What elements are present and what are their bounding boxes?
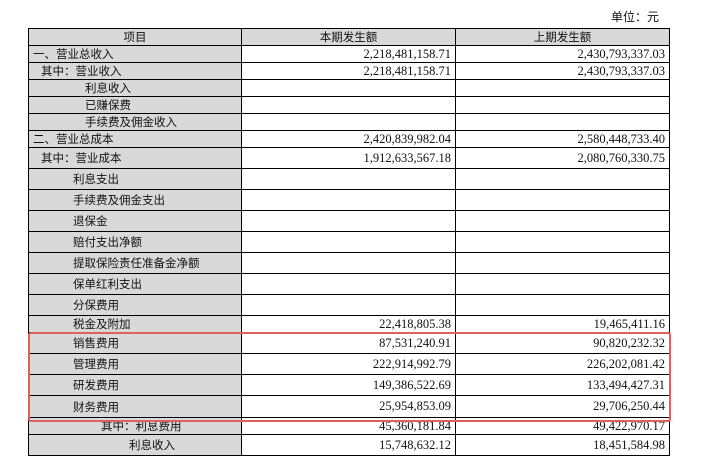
table-row: 赔付支出净额 (28, 231, 670, 253)
prior-value (455, 168, 670, 190)
current-value: 2,218,481,158.71 (241, 62, 456, 80)
current-value (241, 96, 456, 114)
prior-value (455, 96, 670, 114)
prior-value: 2,430,793,337.03 (455, 62, 670, 80)
prior-value (455, 294, 670, 316)
current-value (241, 79, 456, 97)
current-value: 45,360,181.84 (241, 417, 456, 435)
table-row: 其中：营业成本 1,912,633,567.18 2,080,760,330.7… (28, 147, 670, 169)
current-value: 22,418,805.38 (241, 315, 456, 333)
row-label: 手续费及佣金支出 (28, 189, 242, 211)
row-label: 一、营业总收入 (28, 45, 242, 63)
prior-value: 2,080,760,330.75 (455, 147, 670, 169)
row-label: 利息收入 (28, 79, 242, 97)
table-row: 一、营业总收入 2,218,481,158.71 2,430,793,337.0… (28, 45, 670, 63)
table-row: 管理费用 222,914,992.79 226,202,081.42 (28, 353, 670, 375)
table-row: 销售费用 87,531,240.91 90,820,232.32 (28, 332, 670, 354)
prior-value: 29,706,250.44 (455, 395, 670, 418)
prior-value: 90,820,232.32 (455, 332, 670, 354)
table-row: 已赚保费 (28, 96, 670, 114)
prior-value (455, 189, 670, 211)
prior-value: 49,422,970.17 (455, 417, 670, 435)
row-label: 管理费用 (28, 353, 242, 375)
table-row: 其中：利息费用 45,360,181.84 49,422,970.17 (28, 417, 670, 435)
current-value (241, 189, 456, 211)
table-row: 其中：营业收入 2,218,481,158.71 2,430,793,337.0… (28, 62, 670, 80)
row-label: 其中：营业成本 (28, 147, 242, 169)
row-label: 税金及附加 (28, 315, 242, 333)
row-label: 利息支出 (28, 168, 242, 190)
prior-value (455, 231, 670, 253)
current-value: 222,914,992.79 (241, 353, 456, 375)
income-statement-table: 项目 本期发生额 上期发生额 一、营业总收入 2,218,481,158.71 … (28, 28, 670, 456)
prior-value: 133,494,427.31 (455, 374, 670, 396)
row-label: 其中：利息费用 (28, 417, 242, 435)
unit-label: 单位：元 (610, 10, 659, 24)
current-value: 149,386,522.69 (241, 374, 456, 396)
row-label: 二、营业总成本 (28, 130, 242, 148)
table-row: 手续费及佣金收入 (28, 113, 670, 131)
current-value: 15,748,632.12 (241, 434, 456, 456)
row-label: 分保费用 (28, 294, 242, 316)
row-label: 销售费用 (28, 332, 242, 354)
current-value (241, 113, 456, 131)
table-row: 研发费用 149,386,522.69 133,494,427.31 (28, 374, 670, 396)
table-row: 二、营业总成本 2,420,839,982.04 2,580,448,733.4… (28, 130, 670, 148)
row-label: 提取保险责任准备金净额 (28, 252, 242, 274)
row-label: 退保金 (28, 210, 242, 232)
row-label: 利息收入 (28, 434, 242, 456)
table-row: 利息收入 (28, 79, 670, 97)
row-label: 已赚保费 (28, 96, 242, 114)
current-value (241, 294, 456, 316)
current-value (241, 231, 456, 253)
row-label: 其中：营业收入 (28, 62, 242, 80)
header-current-period: 本期发生额 (241, 28, 456, 46)
prior-value: 2,430,793,337.03 (455, 45, 670, 63)
header-prior-period: 上期发生额 (455, 28, 670, 46)
current-value (241, 252, 456, 274)
prior-value (455, 113, 670, 131)
table-row: 利息收入 15,748,632.12 18,451,584.98 (28, 434, 670, 456)
current-value: 2,218,481,158.71 (241, 45, 456, 63)
table-row: 财务费用 25,954,853.09 29,706,250.44 (28, 395, 670, 418)
prior-value (455, 210, 670, 232)
header-item: 项目 (28, 28, 242, 46)
table-row: 提取保险责任准备金净额 (28, 252, 670, 274)
row-label: 财务费用 (28, 395, 242, 418)
row-label: 保单红利支出 (28, 273, 242, 295)
row-label: 赔付支出净额 (28, 231, 242, 253)
current-value: 25,954,853.09 (241, 395, 456, 418)
prior-value (455, 273, 670, 295)
current-value (241, 210, 456, 232)
table-row: 退保金 (28, 210, 670, 232)
row-label: 手续费及佣金收入 (28, 113, 242, 131)
prior-value: 19,465,411.16 (455, 315, 670, 333)
current-value: 2,420,839,982.04 (241, 130, 456, 148)
table-row: 分保费用 (28, 294, 670, 316)
current-value (241, 168, 456, 190)
table-row: 利息支出 (28, 168, 670, 190)
table-row: 税金及附加 22,418,805.38 19,465,411.16 (28, 315, 670, 333)
current-value (241, 273, 456, 295)
prior-value: 18,451,584.98 (455, 434, 670, 456)
table-row: 手续费及佣金支出 (28, 189, 670, 211)
table-header-row: 项目 本期发生额 上期发生额 (28, 28, 670, 46)
prior-value (455, 79, 670, 97)
prior-value (455, 252, 670, 274)
table-row: 保单红利支出 (28, 273, 670, 295)
current-value: 1,912,633,567.18 (241, 147, 456, 169)
prior-value: 2,580,448,733.40 (455, 130, 670, 148)
row-label: 研发费用 (28, 374, 242, 396)
prior-value: 226,202,081.42 (455, 353, 670, 375)
current-value: 87,531,240.91 (241, 332, 456, 354)
